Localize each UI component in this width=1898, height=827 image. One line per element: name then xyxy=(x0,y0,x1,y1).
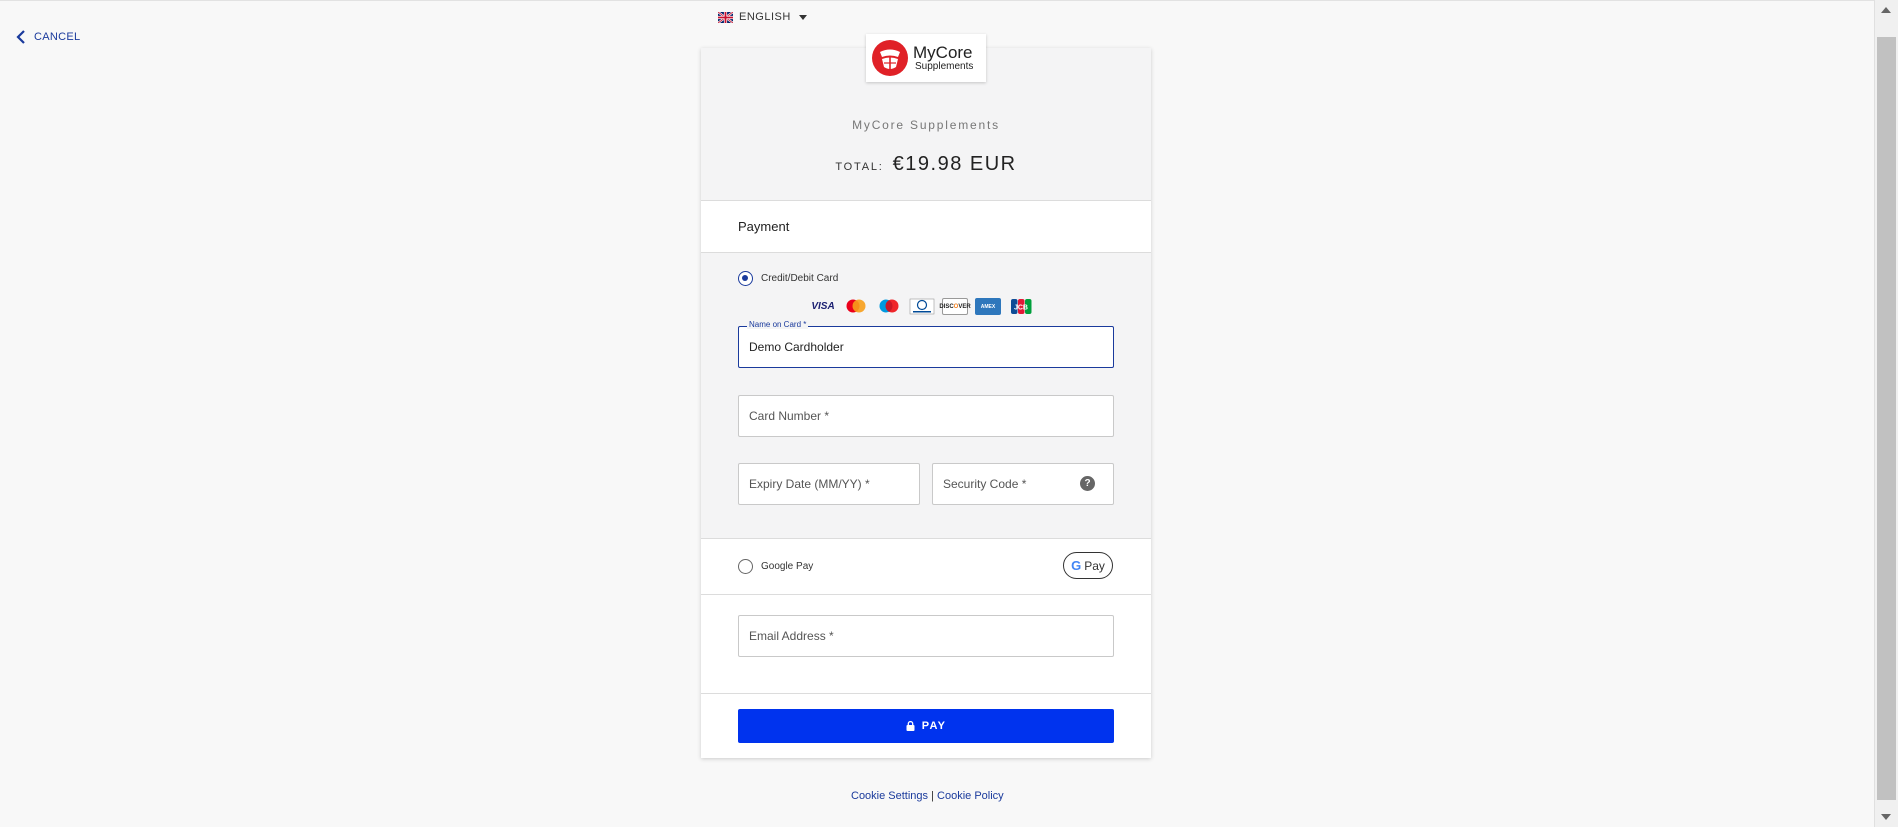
merchant-name: MyCore Supplements xyxy=(852,118,1000,132)
card-number-field[interactable]: Card Number * xyxy=(738,395,1114,437)
google-pay-label: Google Pay xyxy=(761,561,814,572)
total-label: TOTAL: xyxy=(835,161,884,173)
amex-icon: AMEX xyxy=(975,298,1001,315)
order-summary: MyCore Supplements MyCore Supplements TO… xyxy=(701,34,1151,201)
scroll-up-icon[interactable] xyxy=(1881,7,1891,13)
cancel-link[interactable]: CANCEL xyxy=(16,30,80,44)
security-code-placeholder: Security Code * xyxy=(943,477,1027,491)
jcb-icon: JCB xyxy=(1011,299,1032,314)
order-total: TOTAL: €19.98 EUR xyxy=(701,153,1151,176)
cookie-settings-link[interactable]: Cookie Settings xyxy=(851,790,928,802)
email-placeholder: Email Address * xyxy=(749,629,834,643)
visa-icon: VISA xyxy=(811,301,835,312)
maestro-icon xyxy=(879,299,899,313)
language-label: ENGLISH xyxy=(739,11,791,23)
footer-links: Cookie Settings | Cookie Policy xyxy=(851,790,1004,802)
logo-wordmark: MyCore xyxy=(913,43,973,62)
google-pay-button-text: Pay xyxy=(1084,558,1105,573)
name-on-card-label: Name on Card * xyxy=(747,320,809,329)
vertical-scrollbar[interactable] xyxy=(1874,0,1898,827)
chevron-left-icon xyxy=(16,30,25,44)
payment-card: MyCore Supplements MyCore Supplements TO… xyxy=(701,34,1151,760)
top-border xyxy=(0,0,1874,1)
lock-icon xyxy=(906,721,915,731)
name-on-card-value: Demo Cardholder xyxy=(749,340,844,354)
expiry-date-placeholder: Expiry Date (MM/YY) * xyxy=(749,477,870,491)
pay-section: PAY xyxy=(701,694,1151,760)
logo-mark-icon xyxy=(872,40,908,76)
card-payment-section: Credit/Debit Card VISA DISC O VER AMEX JCB… xyxy=(701,253,1151,539)
diners-club-icon xyxy=(909,298,935,315)
discover-icon: DISC O VER xyxy=(939,298,971,315)
email-section: Email Address * xyxy=(701,595,1151,694)
mastercard-icon xyxy=(846,299,866,313)
footer-separator: | xyxy=(931,790,934,802)
language-selector[interactable]: ENGLISH xyxy=(718,11,807,23)
merchant-logo: MyCore Supplements xyxy=(866,34,986,82)
google-pay-option[interactable]: Google Pay xyxy=(738,559,813,574)
name-on-card-field[interactable]: Name on Card * Demo Cardholder xyxy=(738,320,1114,368)
card-brands: VISA DISC O VER AMEX JCB xyxy=(810,298,1034,315)
expiry-date-field[interactable]: Expiry Date (MM/YY) * xyxy=(738,463,920,505)
card-number-placeholder: Card Number * xyxy=(749,409,830,423)
google-pay-radio[interactable] xyxy=(738,559,753,574)
google-g-icon: G xyxy=(1071,558,1082,573)
help-icon[interactable]: ? xyxy=(1080,476,1095,491)
payment-heading: Payment xyxy=(701,201,1151,253)
google-pay-button[interactable]: G Pay xyxy=(1063,552,1113,579)
total-amount: €19.98 EUR xyxy=(892,153,1017,175)
scrollbar-thumb[interactable] xyxy=(1877,37,1896,800)
uk-flag-icon xyxy=(718,11,733,23)
svg-text:JCB: JCB xyxy=(1014,305,1028,312)
card-option-label: Credit/Debit Card xyxy=(761,273,839,284)
security-code-field[interactable]: Security Code * ? xyxy=(932,463,1114,505)
card-radio[interactable] xyxy=(738,271,753,286)
scroll-down-icon[interactable] xyxy=(1881,814,1891,820)
logo-subtitle: Supplements xyxy=(915,61,974,72)
card-option[interactable]: Credit/Debit Card xyxy=(738,271,838,286)
caret-down-icon xyxy=(798,14,807,20)
pay-button-label: PAY xyxy=(921,720,947,732)
cancel-label: CANCEL xyxy=(34,31,81,43)
cookie-policy-link[interactable]: Cookie Policy xyxy=(937,790,1004,802)
pay-button[interactable]: PAY xyxy=(738,709,1114,743)
email-field[interactable]: Email Address * xyxy=(738,615,1114,657)
google-pay-section: Google Pay G Pay xyxy=(701,539,1151,595)
